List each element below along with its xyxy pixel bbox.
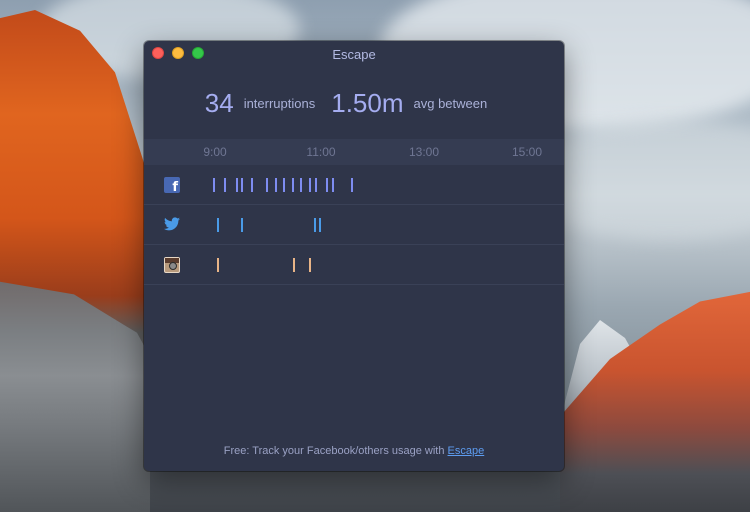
twitter-icon <box>164 217 180 233</box>
app-window: Escape 34 interruptions 1.50m avg betwee… <box>144 41 564 471</box>
row-facebook <box>144 165 564 205</box>
window-controls <box>152 47 204 59</box>
footer: Free: Track your Facebook/others usage w… <box>144 445 564 457</box>
twitter-event-mark <box>318 218 321 232</box>
interruptions-label: interruptions <box>243 95 316 111</box>
facebook-event-mark <box>235 178 238 192</box>
facebook-event-mark <box>240 178 243 192</box>
minimize-button[interactable] <box>172 47 184 59</box>
close-button[interactable] <box>152 47 164 59</box>
tick-9: 9:00 <box>203 145 227 159</box>
facebook-event-mark <box>283 178 286 192</box>
facebook-event-mark <box>266 178 269 192</box>
avg-between-label: avg between <box>413 95 488 111</box>
titlebar[interactable]: Escape <box>144 41 564 67</box>
instagram-event-mark <box>308 258 311 272</box>
twitter-event-mark <box>313 218 316 232</box>
facebook-icon <box>164 177 180 195</box>
row-twitter <box>144 205 564 245</box>
twitter-event-mark <box>240 218 243 232</box>
instagram-event-mark <box>293 258 296 272</box>
row-instagram <box>144 245 564 285</box>
escape-link[interactable]: Escape <box>448 445 485 457</box>
instagram-event-mark <box>216 258 219 272</box>
facebook-event-mark <box>308 178 311 192</box>
tick-15: 15:00 <box>511 145 543 159</box>
window-title: Escape <box>332 46 376 62</box>
interruptions-count: 34 <box>204 87 234 118</box>
footer-text: Free: Track your Facebook/others usage w… <box>223 445 448 457</box>
facebook-event-mark <box>351 178 354 192</box>
facebook-event-mark <box>250 178 253 192</box>
tick-13: 13:00 <box>408 145 440 159</box>
facebook-event-mark <box>291 178 294 192</box>
stats-summary: 34 interruptions 1.50m avg between <box>144 67 564 139</box>
facebook-event-mark <box>332 178 335 192</box>
twitter-event-mark <box>216 218 219 232</box>
tick-11: 11:00 <box>306 145 336 159</box>
instagram-icon <box>164 257 180 273</box>
timeline-header: 9:00 11:00 13:00 15:00 <box>144 139 564 165</box>
avg-between-value: 1.50m <box>331 87 404 118</box>
mountain-right <box>560 290 750 512</box>
facebook-event-mark <box>223 178 226 192</box>
facebook-event-mark <box>274 178 277 192</box>
facebook-event-mark <box>213 178 216 192</box>
facebook-event-mark <box>315 178 318 192</box>
zoom-button[interactable] <box>192 47 204 59</box>
facebook-event-mark <box>325 178 328 192</box>
facebook-event-mark <box>300 178 303 192</box>
